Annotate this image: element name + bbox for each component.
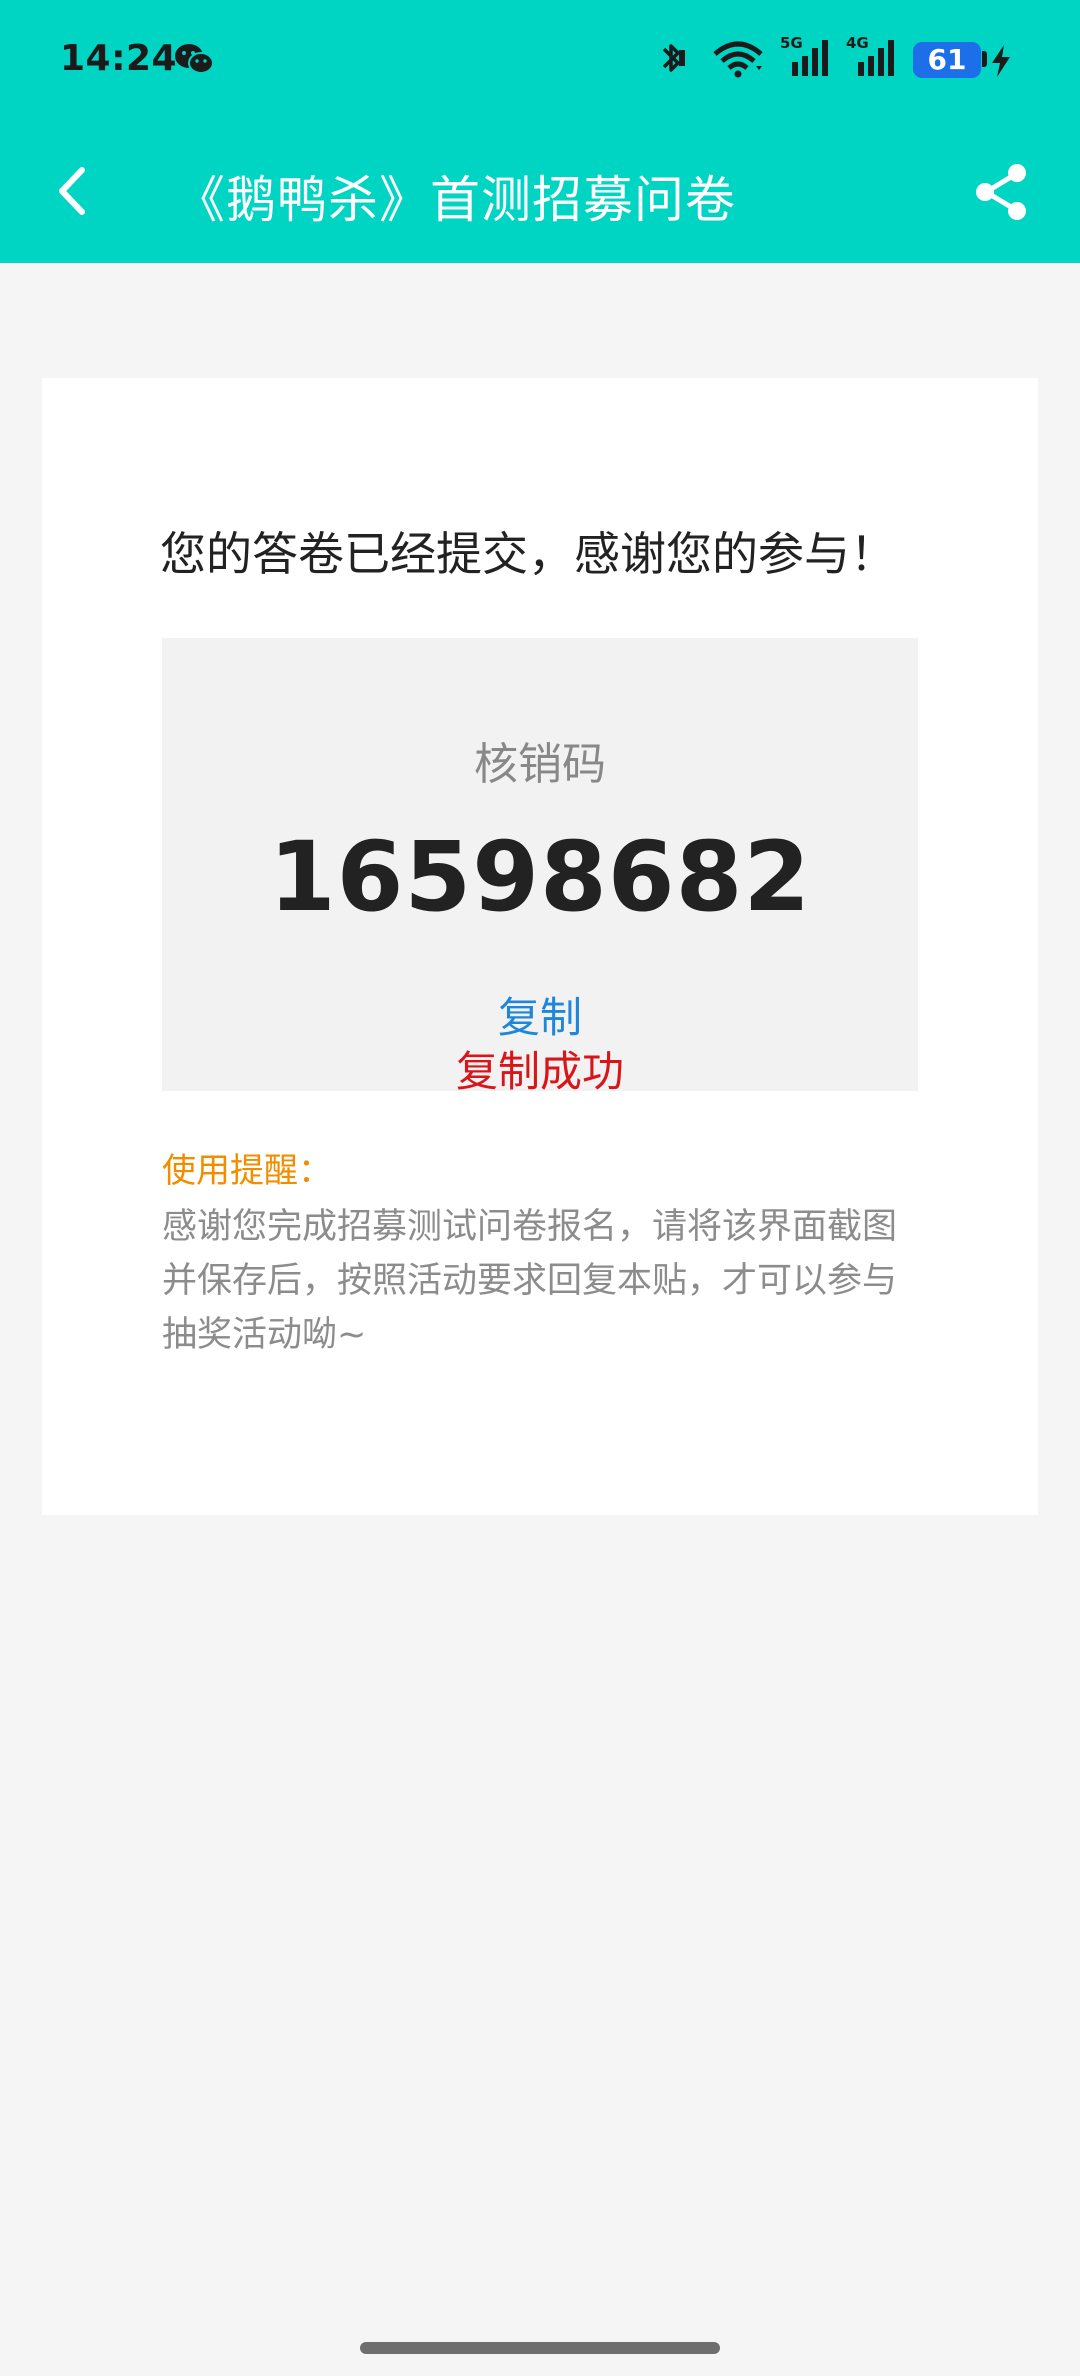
share-icon — [976, 164, 1026, 220]
app-bar: 《鹅鸭杀》首测招募问卷 — [0, 120, 1080, 263]
battery-level: 61 — [927, 43, 967, 76]
wechat-icon — [175, 44, 214, 74]
page-title: 《鹅鸭杀》首测招募问卷 — [175, 171, 736, 229]
battery-tip — [982, 51, 987, 67]
status-bar: 14:24 5G 4G 61 — [0, 0, 1080, 120]
submitted-message: 您的答卷已经提交，感谢您的参与！ — [160, 527, 896, 581]
result-card: 您的答卷已经提交，感谢您的参与！ 核销码 16598682 复制 复制成功 使用… — [42, 378, 1038, 1515]
copy-success-message: 复制成功 — [455, 1047, 624, 1096]
share-button[interactable] — [970, 160, 1034, 224]
battery-icon: 61 — [913, 42, 981, 78]
bluetooth-icon — [662, 44, 685, 72]
redeem-code-box: 核销码 16598682 复制 复制成功 — [162, 638, 918, 1096]
wifi-icon — [713, 41, 763, 78]
chevron-left-icon — [59, 167, 85, 215]
signal-4g-label: 4G — [846, 34, 869, 52]
code-label: 核销码 — [474, 739, 606, 790]
reminder-text: 感谢您完成招募测试问卷报名，请将该界面截图并保存后，按照活动要求回复本贴，才可以… — [162, 1207, 898, 1355]
back-button[interactable] — [40, 156, 110, 226]
header: 14:24 5G 4G 61 《鹅鸭杀》首测招募问卷 — [0, 0, 1080, 263]
status-time: 14:24 — [60, 38, 178, 79]
charging-icon — [992, 45, 1010, 77]
reminder-title: 使用提醒： — [162, 1151, 332, 1191]
signal-5g-label: 5G — [780, 34, 803, 52]
code-value: 16598682 — [268, 821, 812, 933]
copy-button[interactable]: 复制 — [162, 984, 918, 1045]
home-indicator[interactable] — [360, 2342, 720, 2354]
